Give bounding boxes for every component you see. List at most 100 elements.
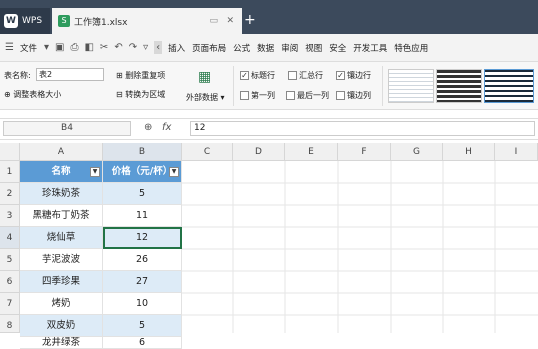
table-style-light[interactable]	[388, 69, 434, 103]
name-box[interactable]: B4	[3, 121, 131, 136]
checkbox-icon	[240, 91, 249, 100]
filter-dropdown-icon[interactable]: ▼	[90, 167, 100, 177]
table-cell[interactable]: 5	[103, 315, 182, 337]
header-cell-name[interactable]: 名称 ▼	[20, 161, 103, 183]
external-data-button[interactable]: 外部数据 ▾	[186, 92, 225, 103]
menu-formula[interactable]: 公式	[233, 42, 250, 54]
collapse-icon[interactable]: ‹	[154, 41, 163, 54]
first-column-label: 第一列	[251, 91, 275, 100]
menu-icon[interactable]: ☰	[5, 42, 14, 53]
table-cell[interactable]: 烧仙草	[20, 227, 103, 249]
last-column-label: 最后一列	[297, 91, 329, 100]
column-header-f[interactable]: F	[338, 143, 391, 161]
title-bar: W WPS S 工作簿1.xlsx ▭ ✕ +	[0, 0, 538, 34]
dropdown-icon[interactable]: ▾	[44, 42, 49, 53]
table-cell[interactable]: 芋泥波波	[20, 249, 103, 271]
table-cell[interactable]: 四季珍果	[20, 271, 103, 293]
tab-wps[interactable]: W WPS	[0, 8, 50, 34]
menu-page-layout[interactable]: 页面布局	[192, 42, 226, 54]
column-header-i[interactable]: I	[495, 143, 538, 161]
table-cell[interactable]: 双皮奶	[20, 315, 103, 337]
table-cell[interactable]: 黑糖布丁奶茶	[20, 205, 103, 227]
table-cell[interactable]: 龙井绿茶	[20, 337, 103, 349]
menu-insert[interactable]: 插入	[168, 42, 185, 54]
row-header-5[interactable]: 5	[0, 249, 20, 271]
menu-data[interactable]: 数据	[257, 42, 274, 54]
menu-security[interactable]: 安全	[329, 42, 346, 54]
select-all-corner[interactable]	[0, 143, 20, 161]
filter-dropdown-icon[interactable]: ▼	[169, 167, 179, 177]
grid-lines	[182, 161, 538, 333]
last-column-checkbox[interactable]: 最后一列	[286, 90, 329, 101]
first-column-checkbox[interactable]: 第一列	[240, 90, 275, 101]
row-header-1[interactable]: 1	[0, 161, 20, 183]
header-row-checkbox[interactable]: ✓ 标题行	[240, 70, 275, 81]
header-cell-price-label: 价格（元/杯）	[111, 166, 173, 177]
monitor-icon[interactable]: ▭	[209, 16, 218, 26]
fx-icon[interactable]: fx	[162, 122, 171, 133]
row-header-4[interactable]: 4	[0, 227, 20, 249]
formula-input[interactable]: 12	[190, 121, 535, 136]
close-tab-icon[interactable]: ✕	[226, 16, 234, 26]
preview-icon[interactable]: ◧	[84, 42, 93, 53]
banded-rows-checkbox[interactable]: ✓ 镶边行	[336, 70, 371, 81]
external-data-icon: ▦	[198, 69, 212, 85]
menu-developer[interactable]: 开发工具	[353, 42, 387, 54]
checkbox-checked-icon: ✓	[336, 71, 345, 80]
column-header-b[interactable]: B	[103, 143, 182, 161]
column-header-g[interactable]: G	[391, 143, 443, 161]
menu-features[interactable]: 特色应用	[394, 42, 428, 54]
column-header-e[interactable]: E	[285, 143, 338, 161]
convert-range-button[interactable]: ⊟ 转换为区域	[116, 89, 165, 100]
table-cell[interactable]: 27	[103, 271, 182, 293]
column-header-d[interactable]: D	[233, 143, 285, 161]
convert-range-label: 转换为区域	[125, 90, 166, 99]
column-header-c[interactable]: C	[182, 143, 233, 161]
new-tab-button[interactable]: +	[244, 12, 256, 28]
ribbon-separator	[382, 66, 383, 106]
row-header-3[interactable]: 3	[0, 205, 20, 227]
zoom-icon[interactable]: ⊕	[144, 122, 152, 133]
total-row-label: 汇总行	[299, 71, 323, 80]
menu-file[interactable]: 文件	[20, 42, 37, 54]
redo-icon[interactable]: ↷	[129, 42, 137, 53]
external-data-label: 外部数据	[186, 93, 218, 102]
table-cell[interactable]: 烤奶	[20, 293, 103, 315]
table-cell[interactable]: 6	[103, 337, 182, 349]
menu-review[interactable]: 审阅	[281, 42, 298, 54]
table-style-dark[interactable]	[436, 69, 482, 103]
table-style-selected[interactable]	[484, 69, 534, 103]
checkbox-icon	[286, 91, 295, 100]
resize-table-button[interactable]: ⊕ 调整表格大小	[4, 89, 61, 100]
save-icon[interactable]: ▣	[55, 42, 64, 53]
row-header-7[interactable]: 7	[0, 293, 20, 315]
table-name-input[interactable]: 表2	[36, 68, 104, 81]
header-cell-name-label: 名称	[51, 166, 71, 177]
tab-wps-label: WPS	[22, 16, 43, 26]
undo-icon[interactable]: ↶	[114, 42, 122, 53]
selected-cell[interactable]: 12	[103, 227, 182, 249]
banded-columns-label: 镶边列	[347, 91, 371, 100]
row-header-6[interactable]: 6	[0, 271, 20, 293]
row-header-8[interactable]: 8	[0, 315, 20, 333]
remove-duplicates-label: 删除重复项	[125, 71, 166, 80]
table-cell[interactable]: 10	[103, 293, 182, 315]
tab-workbook[interactable]: S 工作簿1.xlsx ▭ ✕	[52, 8, 242, 34]
column-header-a[interactable]: A	[20, 143, 103, 161]
column-header-h[interactable]: H	[443, 143, 495, 161]
cut-icon[interactable]: ✂	[100, 42, 108, 53]
header-cell-price[interactable]: 价格（元/杯） ▼	[103, 161, 182, 183]
table-cell[interactable]: 5	[103, 183, 182, 205]
banded-columns-checkbox[interactable]: 镶边列	[336, 90, 371, 101]
table-cell[interactable]: 26	[103, 249, 182, 271]
menu-view[interactable]: 视图	[305, 42, 322, 54]
remove-duplicates-button[interactable]: ⊞ 删除重复项	[116, 70, 165, 81]
table-cell[interactable]: 珍珠奶茶	[20, 183, 103, 205]
row-header-2[interactable]: 2	[0, 183, 20, 205]
more-icon[interactable]: ▿	[143, 42, 148, 53]
total-row-checkbox[interactable]: 汇总行	[288, 70, 323, 81]
checkbox-icon	[288, 71, 297, 80]
print-icon[interactable]: ⎙	[70, 42, 78, 53]
table-cell[interactable]: 11	[103, 205, 182, 227]
remove-duplicates-icon: ⊞	[116, 71, 126, 80]
